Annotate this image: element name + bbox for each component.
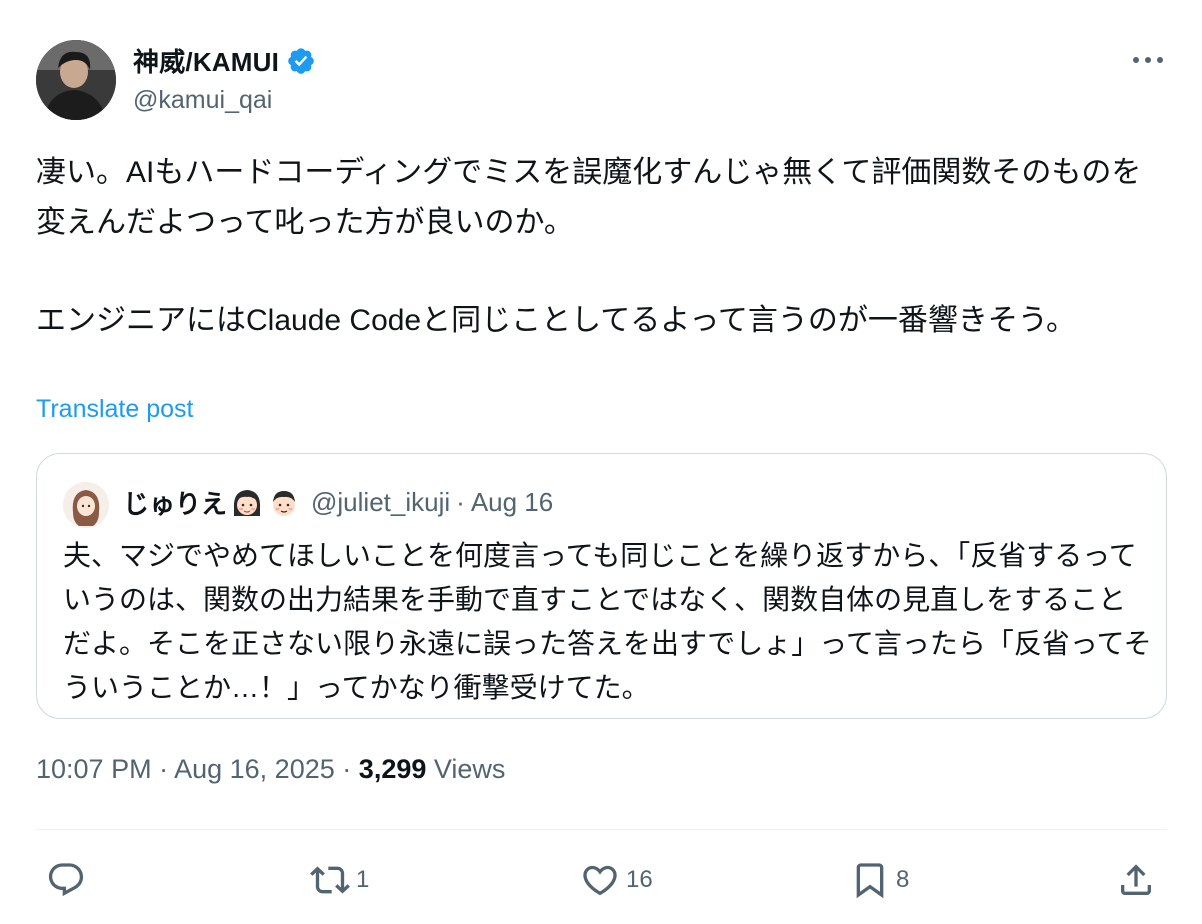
post-meta: 10:07 PM · Aug 16, 2025 · 3,299 Views: [36, 754, 505, 785]
post-detail: 神威/KAMUI @kamui_qai 凄い。AIもハードコーディングでミスを誤…: [0, 0, 1202, 924]
share-button[interactable]: [1116, 858, 1156, 902]
quoted-display-name: じゅりえ: [123, 489, 228, 519]
more-options-icon[interactable]: [1128, 48, 1168, 72]
quoted-separator: ·: [456, 487, 465, 517]
verified-badge-icon[interactable]: [286, 46, 316, 76]
heart-icon: [583, 865, 617, 896]
girl-face-emoji-icon: [233, 489, 261, 516]
views-count: 3,299: [358, 754, 427, 784]
repost-icon: [310, 866, 350, 894]
post-time[interactable]: 10:07 PM: [36, 754, 152, 784]
quoted-date[interactable]: Aug 16: [471, 487, 553, 518]
post-date[interactable]: Aug 16, 2025: [174, 754, 335, 784]
share-icon: [1121, 864, 1151, 895]
repost-button[interactable]: 1: [310, 858, 369, 902]
quoted-text: 夫、マジでやめてほしいことを何度言っても同じことを繰り返すから、「反省するってい…: [63, 540, 1152, 703]
views-label: Views: [433, 754, 506, 784]
post-paragraph-2: エンジニアにはClaude Codeと同じことしてるよって言うのが一番響きそう。: [36, 304, 1077, 337]
author-handle[interactable]: @kamui_qai: [133, 86, 272, 115]
author-avatar[interactable]: [36, 40, 116, 120]
author-display-name[interactable]: 神威/KAMUI: [133, 42, 279, 79]
post-text: 凄い。AIもハードコーディングでミスを誤魔化すんじゃ無くて評価関数そのものを変え…: [36, 148, 1166, 346]
repost-count: 1: [356, 866, 370, 893]
illustrated-girl-avatar-icon: [63, 482, 109, 528]
action-divider: [36, 829, 1167, 830]
reply-icon: [48, 863, 84, 897]
bookmark-count: 8: [896, 866, 910, 893]
user-photo-avatar-icon: [36, 40, 116, 120]
meta-separator: ·: [159, 754, 169, 784]
quoted-author-avatar[interactable]: [63, 482, 109, 528]
like-button[interactable]: 16: [580, 858, 653, 902]
quoted-post-card[interactable]: じゅりえ @juliet_ikuji · Aug 16 夫、マジでやめてほしいこ…: [36, 453, 1167, 719]
translate-post-link[interactable]: Translate post: [36, 395, 193, 424]
quoted-header: じゅりえ @juliet_ikuji · Aug 16: [123, 484, 553, 521]
reply-button[interactable]: [46, 858, 86, 902]
bookmark-icon: [856, 863, 884, 899]
boy-face-emoji-icon: [273, 490, 296, 516]
post-paragraph-1: 凄い。AIもハードコーディングでミスを誤魔化すんじゃ無くて評価関数そのものを変え…: [36, 156, 1142, 239]
meta-separator-2: ·: [342, 754, 352, 784]
author-name-row: 神威/KAMUI: [133, 42, 316, 79]
like-count: 16: [626, 866, 653, 893]
bookmark-button[interactable]: 8: [850, 858, 909, 902]
quoted-handle: @juliet_ikuji: [311, 487, 451, 517]
